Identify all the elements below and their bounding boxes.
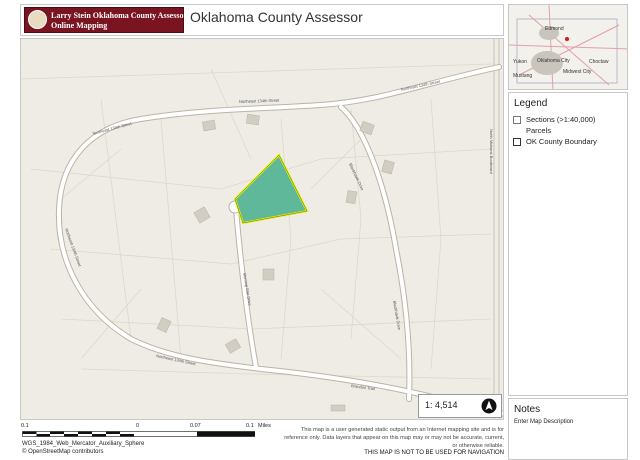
street-label: Blackhawk Drive [348,162,365,192]
legend-label: Parcels [526,126,552,135]
parcels-swatch-icon [513,127,521,136]
scale-unit: Miles [258,423,271,429]
county-seal-icon [28,10,47,29]
county-boundary-swatch-icon [513,138,521,147]
scale-ratio-box: 1: 4,514 [418,394,502,418]
legend-item-county-boundary: OK County Boundary [513,137,597,147]
legend-panel: Legend Sections (>1:40,000) Parcels OK C… [508,92,628,396]
overview-label: Yukon [513,59,527,65]
assessor-logo: Larry Stein Oklahoma County Assessor Onl… [24,7,188,33]
map-view[interactable]: Northeast 134th Street Northeast 134th S… [20,38,504,420]
location-marker-icon [565,37,569,41]
street-label: Northeast 134th Street [239,98,280,104]
copyright-text: © OpenStreetMap contributors [22,449,104,455]
logo-title: Larry Stein Oklahoma County Assessor [51,11,188,20]
legend-label: Sections (>1:40,000) [526,115,596,124]
disclaimer-text: This map is a user generated static outp… [284,427,504,449]
north-arrow-icon [481,398,497,414]
scale-bar-graphic [22,431,255,437]
midwest-boulevard [493,39,500,419]
overview-map[interactable]: Edmond Oklahoma City Choctaw Yukon Musta… [508,4,628,90]
map-description: Enter Map Description [514,419,574,425]
logo-subtitle: Online Mapping [51,21,108,30]
scale-tick-label: 0 [136,423,140,429]
overview-label: Edmond [545,26,564,32]
notes-title: Notes [514,404,541,415]
navigation-warning: THIS MAP IS NOT TO BE USED FOR NAVIGATIO… [364,450,504,456]
overview-label: Midwest City [563,69,592,75]
notes-panel: Notes Enter Map Description [508,398,628,460]
legend-item-parcels: Parcels [513,126,552,136]
overview-label: Oklahoma City [537,58,570,64]
street-label: Blackhawk Drive [392,300,402,331]
scale-tick-label: 0.1 [21,423,29,429]
overview-canvas: Edmond Oklahoma City Choctaw Yukon Musta… [509,5,627,89]
street-label: Northeast 134th Street [92,120,133,135]
scale-tick-label: 0.07 [190,423,201,429]
scale-ratio: 1: 4,514 [425,400,458,410]
overview-label: Mustang [513,73,532,79]
legend-label: OK County Boundary [526,137,597,146]
scale-bar: 0.1 0 0.07 0.1 Miles [20,422,280,442]
page-title: Oklahoma County Assessor [190,9,363,25]
projection-text: WGS_1984_Web_Mercator_Auxiliary_Sphere [22,441,145,447]
scale-tick-label: 0.1 [246,423,254,429]
map-canvas: Northeast 134th Street Northeast 134th S… [21,39,503,419]
legend-item-sections: Sections (>1:40,000) [513,115,596,125]
legend-title: Legend [514,98,548,109]
street-label: North Midwest Boulevard [489,129,494,174]
sections-swatch-icon [513,116,521,125]
overview-label: Choctaw [589,59,609,65]
